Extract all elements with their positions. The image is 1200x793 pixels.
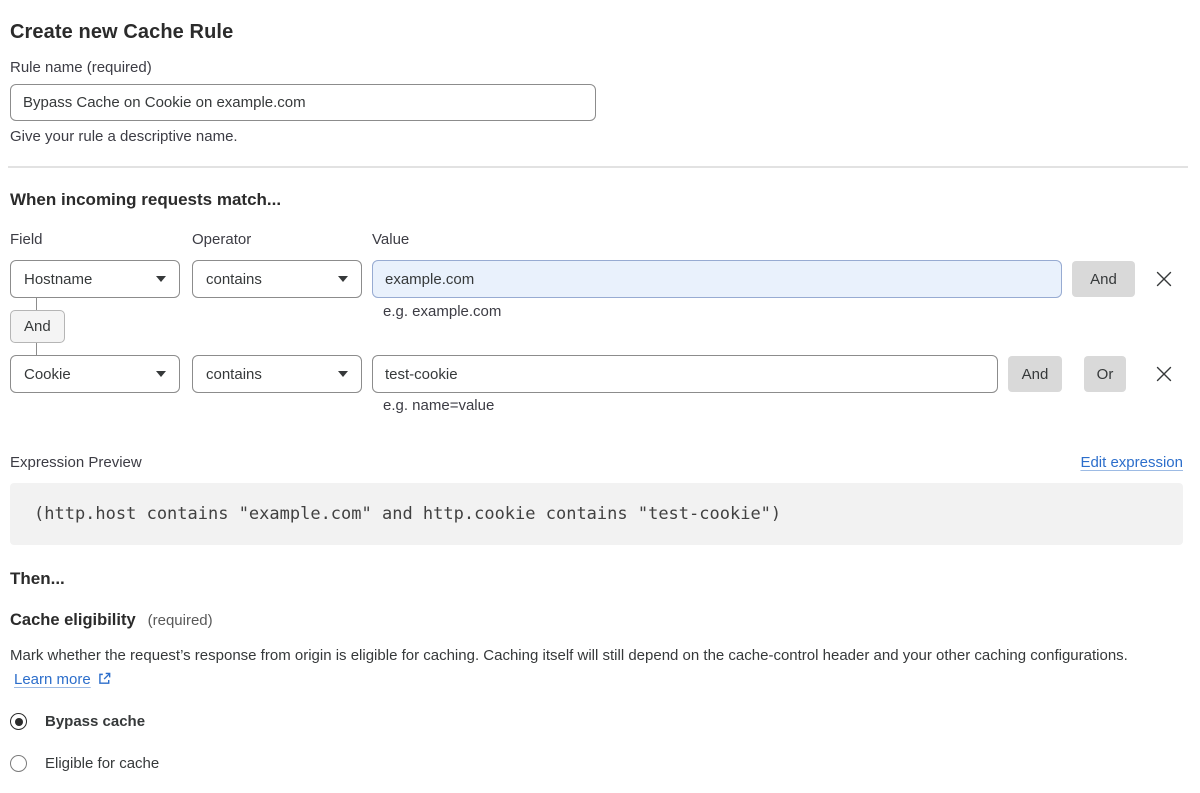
external-link-icon	[98, 672, 111, 684]
and-button-row1[interactable]: And	[1072, 261, 1135, 297]
match-heading: When incoming requests match...	[10, 190, 282, 209]
section-divider	[8, 166, 1188, 168]
field-select-row1[interactable]: Hostname	[10, 260, 180, 298]
expression-code-block: (http.host contains "example.com" and ht…	[10, 483, 1183, 545]
value-hint-row2: e.g. name=value	[383, 397, 495, 414]
radio-option-label: Eligible for cache	[45, 755, 160, 772]
operator-select-row1[interactable]: contains	[192, 260, 362, 298]
rule-name-input[interactable]	[10, 84, 596, 121]
cache-eligibility-heading: Cache eligibility (required)	[10, 611, 213, 630]
rule-name-helper: Give your rule a descriptive name.	[10, 128, 238, 145]
description-text: Mark whether the request’s response from…	[10, 647, 1128, 664]
field-column-label: Field	[10, 231, 43, 248]
radio-option[interactable]: Bypass cache	[10, 713, 159, 730]
close-icon	[1156, 366, 1172, 382]
value-input-row1[interactable]	[372, 260, 1062, 298]
cache-eligibility-options: Bypass cache Eligible for cache	[10, 713, 159, 772]
or-button-row2[interactable]: Or	[1084, 356, 1126, 392]
expression-preview-label: Expression Preview	[10, 454, 142, 471]
remove-condition-button-row2[interactable]	[1147, 357, 1181, 391]
learn-more-link[interactable]: Learn more	[14, 671, 91, 688]
chevron-down-icon	[156, 276, 166, 282]
field-select-row1-value: Hostname	[24, 270, 93, 288]
radio-option-label: Bypass cache	[45, 713, 146, 730]
connector-and-button[interactable]: And	[10, 310, 65, 343]
edit-expression-link[interactable]: Edit expression	[1080, 454, 1183, 471]
radio-selected-icon[interactable]	[10, 713, 27, 730]
operator-select-row2-value: contains	[206, 365, 262, 383]
value-hint-row1: e.g. example.com	[383, 303, 502, 320]
then-heading: Then...	[10, 569, 65, 588]
cache-eligibility-label: Cache eligibility	[10, 611, 136, 629]
operator-select-row1-value: contains	[206, 270, 262, 288]
and-button-row2[interactable]: And	[1008, 356, 1062, 392]
value-input-row2[interactable]	[372, 355, 998, 393]
rule-name-label: Rule name (required)	[10, 59, 152, 76]
close-icon	[1156, 271, 1172, 287]
cache-eligibility-description: Mark whether the request’s response from…	[10, 644, 1170, 692]
field-select-row2[interactable]: Cookie	[10, 355, 180, 393]
chevron-down-icon	[338, 371, 348, 377]
expression-code: (http.host contains "example.com" and ht…	[34, 504, 782, 524]
remove-condition-button-row1[interactable]	[1147, 262, 1181, 296]
chevron-down-icon	[338, 276, 348, 282]
operator-select-row2[interactable]: contains	[192, 355, 362, 393]
page-title: Create new Cache Rule	[10, 21, 234, 44]
value-column-label: Value	[372, 231, 410, 248]
chevron-down-icon	[156, 371, 166, 377]
operator-column-label: Operator	[192, 231, 252, 248]
radio-unselected-icon[interactable]	[10, 755, 27, 772]
field-select-row2-value: Cookie	[24, 365, 71, 383]
radio-option[interactable]: Eligible for cache	[10, 755, 159, 772]
required-tag: (required)	[147, 612, 213, 629]
